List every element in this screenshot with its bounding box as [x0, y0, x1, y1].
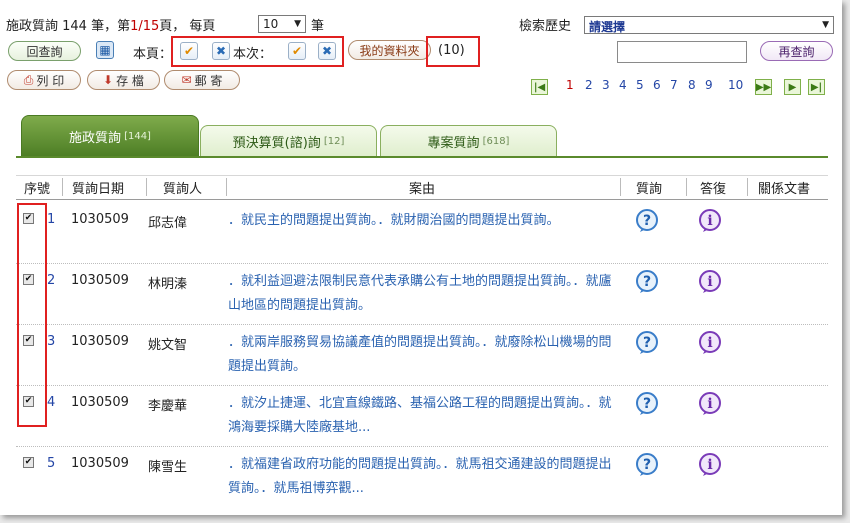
- question-icon[interactable]: ?: [635, 453, 659, 477]
- row-number-link[interactable]: 2: [47, 273, 55, 288]
- tab-budget-inquiry[interactable]: 預決算質(諮)詢 [12]: [200, 125, 377, 157]
- save-icon: ⬇: [103, 73, 114, 87]
- svg-text:?: ?: [643, 457, 651, 473]
- row-number-link[interactable]: 3: [47, 334, 55, 349]
- svg-text:?: ?: [643, 213, 651, 229]
- question-icon[interactable]: ?: [635, 270, 659, 294]
- folder-count: (10): [438, 43, 465, 58]
- table-row: ✔ 3 1030509 姚文智 ．就兩岸服務貿易協議產值的問題提出質詢。．就廢除…: [16, 325, 828, 386]
- last-page-icon[interactable]: ▶|: [808, 79, 825, 95]
- reason-link[interactable]: ．就福建省政府功能的問題提出質詢。．就馬祖交通建設的問題提出質詢。．就馬祖博弈觀…: [228, 453, 618, 501]
- reason-link[interactable]: ．就兩岸服務貿易協議產值的問題提出質詢。．就廢除松山機場的問題提出質詢。: [228, 331, 618, 379]
- history-select[interactable]: 請選擇 ▼: [584, 16, 834, 34]
- reason-link[interactable]: ．就利益迴避法限制民意代表承購公有土地的問題提出質詢。．就廬山地區的問題提出質詢…: [228, 270, 618, 318]
- grid-view-icon[interactable]: ▦: [96, 41, 114, 59]
- info-icon[interactable]: i: [698, 209, 722, 233]
- result-summary: 施政質詢 144 筆，第1/15頁， 每頁: [6, 19, 216, 34]
- svg-text:?: ?: [643, 396, 651, 412]
- page-link[interactable]: 4: [619, 78, 627, 92]
- table-row: ✔ 4 1030509 李慶華 ．就汐止捷運、北宜直線鐵路、基福公路工程的問題提…: [16, 386, 828, 447]
- question-icon[interactable]: ?: [635, 209, 659, 233]
- reason-link[interactable]: ．就汐止捷運、北宜直線鐵路、基福公路工程的問題提出質詢。．就鴻海要採購大陸廠基地…: [228, 392, 618, 440]
- row-number-link[interactable]: 1: [47, 212, 55, 227]
- deselect-all-x-icon[interactable]: ✖: [318, 42, 336, 60]
- tab-bar-divider: [16, 156, 828, 158]
- row-checkbox[interactable]: ✔: [23, 457, 34, 468]
- chevron-down-icon: ▼: [822, 20, 829, 30]
- print-button[interactable]: ⎙ 列 印: [7, 70, 81, 90]
- deselect-page-x-icon[interactable]: ✖: [212, 42, 230, 60]
- save-button[interactable]: ⬇ 存 檔: [87, 70, 160, 90]
- svg-text:i: i: [707, 335, 712, 351]
- requery-button[interactable]: 再查詢: [760, 41, 833, 61]
- tab-special-inquiry[interactable]: 專案質詢 [618]: [380, 125, 557, 157]
- question-icon[interactable]: ?: [635, 392, 659, 416]
- next-ten-icon[interactable]: ▶▶: [755, 79, 772, 95]
- per-page-select[interactable]: 10 ▼: [258, 15, 306, 33]
- page-link[interactable]: 1: [566, 78, 574, 92]
- current-page: 1/15: [130, 19, 160, 34]
- reason-link[interactable]: ．就民主的問題提出質詢。．就財閥治國的問題提出質詢。: [228, 209, 618, 233]
- info-icon[interactable]: i: [698, 331, 722, 355]
- table-row: ✔ 2 1030509 林明溱 ．就利益迴避法限制民意代表承購公有土地的問題提出…: [16, 264, 828, 325]
- envelope-icon: ✉: [181, 73, 192, 87]
- svg-text:?: ?: [643, 274, 651, 290]
- chevron-down-icon: ▼: [294, 19, 301, 29]
- requery-input[interactable]: [617, 41, 747, 63]
- history-label: 檢索歷史: [519, 19, 572, 34]
- results-window: 施政質詢 144 筆，第1/15頁， 每頁 10 ▼ 筆 檢索歷史 請選擇 ▼ 回查…: [0, 0, 842, 515]
- my-folder-button[interactable]: 我的資料夾: [348, 40, 431, 60]
- question-icon[interactable]: ?: [635, 331, 659, 355]
- svg-text:i: i: [707, 274, 712, 290]
- page-link[interactable]: 8: [688, 78, 696, 92]
- mail-button[interactable]: ✉ 郵 寄: [164, 70, 240, 90]
- svg-text:i: i: [707, 457, 712, 473]
- info-icon[interactable]: i: [698, 270, 722, 294]
- tab-policy-inquiry[interactable]: 施政質詢 [144]: [21, 115, 199, 157]
- page-link[interactable]: 9: [705, 78, 713, 92]
- row-number-link[interactable]: 5: [47, 456, 55, 471]
- select-all-check-icon[interactable]: ✔: [288, 42, 306, 60]
- page-link[interactable]: 5: [636, 78, 644, 92]
- page-link[interactable]: 7: [670, 78, 678, 92]
- svg-text:i: i: [707, 213, 712, 229]
- select-page-check-icon[interactable]: ✔: [180, 42, 198, 60]
- info-icon[interactable]: i: [698, 453, 722, 477]
- page-link[interactable]: 10: [728, 78, 743, 92]
- page-link[interactable]: 6: [653, 78, 661, 92]
- page-link[interactable]: 3: [602, 78, 610, 92]
- svg-text:i: i: [707, 396, 712, 412]
- svg-text:?: ?: [643, 335, 651, 351]
- info-icon[interactable]: i: [698, 392, 722, 416]
- checkbox-column-highlight-box: [17, 203, 47, 427]
- back-to-query-button[interactable]: 回查詢: [8, 41, 81, 61]
- row-number-link[interactable]: 4: [47, 395, 55, 410]
- table-row: ✔ 1 1030509 邱志偉 ．就民主的問題提出質詢。．就財閥治國的問題提出質…: [16, 203, 828, 264]
- table-row: ✔ 5 1030509 陳雪生 ．就福建省政府功能的問題提出質詢。．就馬祖交通建…: [16, 447, 828, 507]
- printer-icon: ⎙: [23, 72, 34, 87]
- first-page-icon[interactable]: |◀: [531, 79, 548, 95]
- page-link[interactable]: 2: [585, 78, 593, 92]
- next-page-icon[interactable]: ▶: [784, 79, 801, 95]
